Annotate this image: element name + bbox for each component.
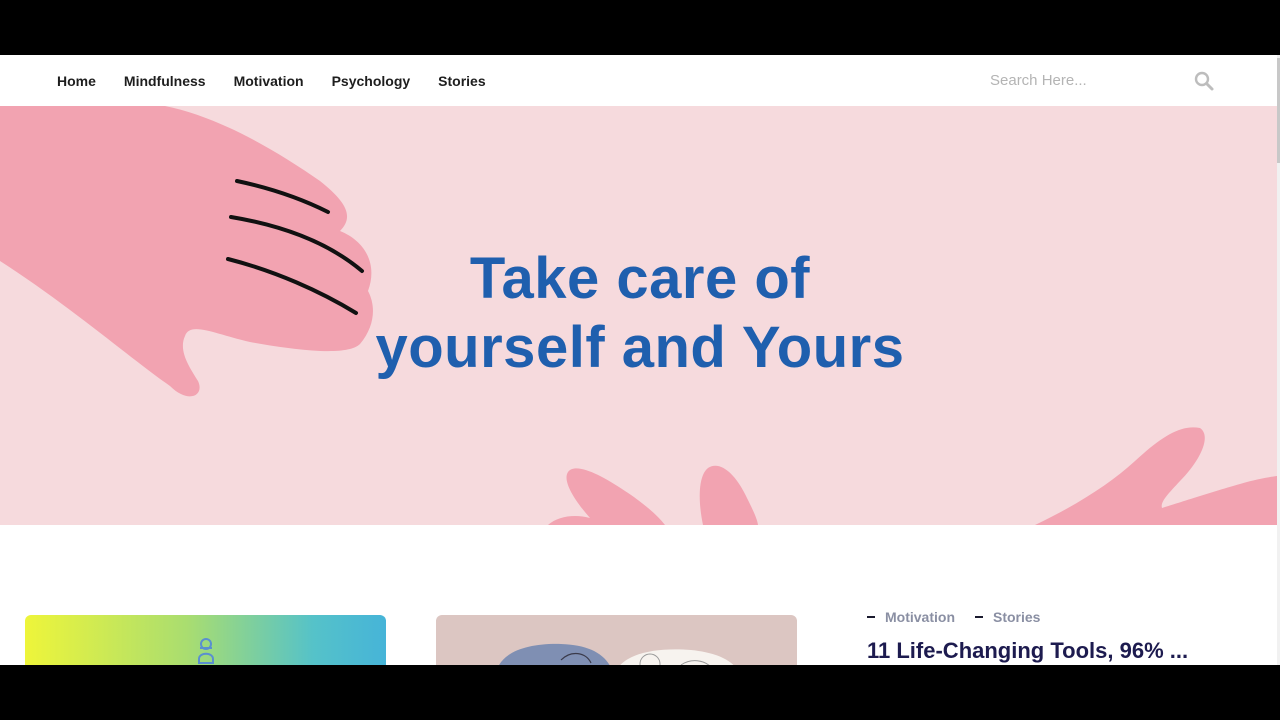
meditating-person-icon (198, 638, 214, 664)
hero-title: Take care of yourself and Yours (300, 244, 980, 382)
nav-motivation[interactable]: Motivation (234, 73, 304, 89)
category-tag-stories[interactable]: Stories (975, 609, 1040, 625)
category-label: Motivation (885, 609, 955, 625)
search-icon (1194, 71, 1214, 91)
category-dash (867, 616, 875, 618)
category-tag-motivation[interactable]: Motivation (867, 609, 955, 625)
web-page: Home Mindfulness Motivation Psychology S… (0, 55, 1280, 665)
nav-home[interactable]: Home (57, 73, 96, 89)
post-categories: Motivation Stories (867, 609, 1060, 625)
video-letterbox-top (0, 0, 1280, 55)
main-nav: Home Mindfulness Motivation Psychology S… (57, 55, 514, 106)
post-card-thumbnail-1[interactable] (25, 615, 386, 665)
category-label: Stories (993, 609, 1041, 625)
nav-psychology[interactable]: Psychology (332, 73, 411, 89)
abstract-illustration (499, 643, 734, 665)
hand-illustration-bottom (548, 427, 1277, 525)
category-dash (975, 616, 983, 618)
hero-title-line-2: yourself and Yours (375, 315, 905, 380)
search-input[interactable] (980, 67, 1200, 93)
posts-section: Motivation Stories 11 Life-Changing Tool… (0, 525, 1277, 665)
post-card-thumbnail-2[interactable] (436, 615, 797, 665)
nav-mindfulness[interactable]: Mindfulness (124, 73, 206, 89)
nav-stories[interactable]: Stories (438, 73, 485, 89)
video-letterbox-bottom (0, 665, 1280, 720)
hero-title-line-1: Take care of (469, 246, 811, 311)
hero-banner: Take care of yourself and Yours (0, 106, 1277, 525)
post-title-link[interactable]: 11 Life-Changing Tools, 96% ... (867, 638, 1227, 664)
search-button[interactable] (1192, 69, 1216, 93)
top-navbar: Home Mindfulness Motivation Psychology S… (0, 55, 1277, 106)
